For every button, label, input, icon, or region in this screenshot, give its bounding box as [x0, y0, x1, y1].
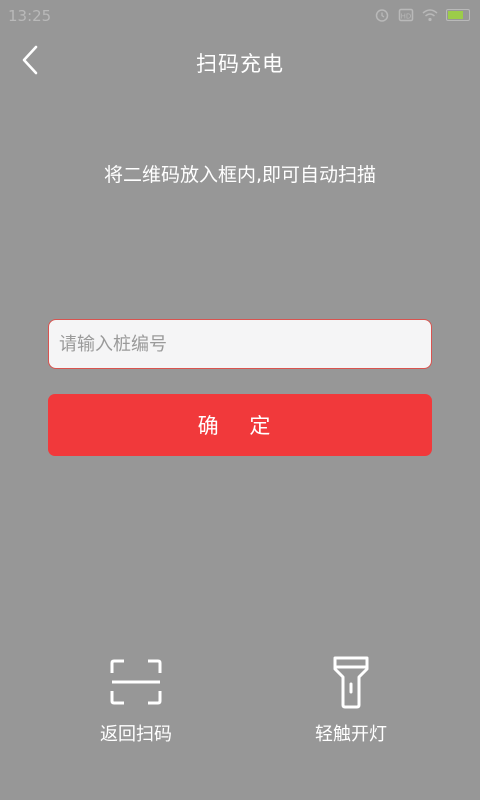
scan-frame-icon: [110, 659, 162, 705]
return-scan-label: 返回扫码: [100, 724, 172, 745]
status-icons: HD: [374, 8, 470, 22]
return-scan-button[interactable]: 返回扫码: [66, 654, 206, 754]
page-title: 扫码充电: [196, 52, 284, 76]
status-bar: 13:25 HD: [0, 0, 480, 32]
confirm-button[interactable]: 确 定: [48, 394, 432, 456]
battery-icon: [446, 9, 470, 21]
flashlight-icon: [333, 656, 369, 709]
wifi-icon: [422, 9, 438, 22]
svg-text:HD: HD: [401, 13, 412, 21]
flashlight-label: 轻触开灯: [315, 724, 387, 745]
flashlight-button[interactable]: 轻触开灯: [281, 654, 421, 754]
sim-icon: HD: [398, 8, 414, 22]
scan-instruction: 将二维码放入框内,即可自动扫描: [103, 164, 377, 186]
alarm-icon: [375, 9, 389, 22]
pile-number-input[interactable]: [48, 319, 432, 369]
status-time: 13:25: [8, 7, 52, 25]
